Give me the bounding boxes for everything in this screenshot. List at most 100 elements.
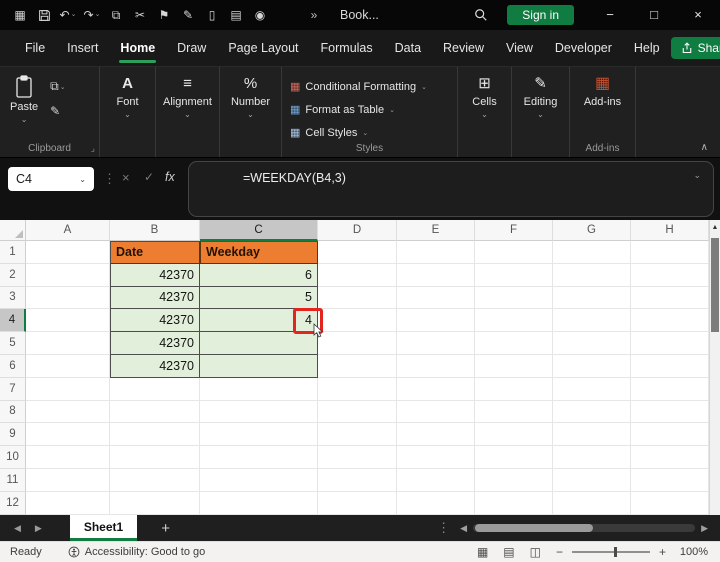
vertical-scrollbar-thumb[interactable] <box>711 238 719 332</box>
horizontal-scrollbar-thumb[interactable] <box>475 524 594 532</box>
vertical-scrollbar[interactable]: ▲ <box>709 220 720 515</box>
cell-C5[interactable] <box>200 332 318 355</box>
cell-H3[interactable] <box>631 286 709 310</box>
cell-H7[interactable] <box>631 377 709 401</box>
cell-A6[interactable] <box>26 354 110 378</box>
cell-H10[interactable] <box>631 446 709 469</box>
cell-G8[interactable] <box>553 400 631 424</box>
zoom-out-button[interactable]: − <box>556 545 563 559</box>
cell-F8[interactable] <box>475 400 553 424</box>
cell-F2[interactable] <box>475 263 553 287</box>
cell-A4[interactable] <box>26 309 110 333</box>
cell-F3[interactable] <box>475 286 553 310</box>
cell-F5[interactable] <box>475 332 553 355</box>
menu-tab-view[interactable]: View <box>495 30 544 66</box>
redo-icon[interactable]: ↷ ⌄ <box>80 0 104 30</box>
camera-icon[interactable]: ◉ <box>248 0 272 30</box>
cell-C3[interactable]: 5 <box>200 286 318 310</box>
alignment-group-button[interactable]: ≡ Alignment ⌄ <box>156 67 220 157</box>
previous-sheet-icon[interactable]: ◀ <box>14 523 21 534</box>
copy-chevron-icon[interactable]: ⌄ <box>60 83 66 91</box>
cell-E3[interactable] <box>397 286 475 310</box>
menu-tab-home[interactable]: Home <box>109 30 166 66</box>
paste-button[interactable]: Paste ⌄ <box>10 75 38 124</box>
cell-A12[interactable] <box>26 491 110 515</box>
add-sheet-button[interactable]: + <box>161 520 170 537</box>
cell-B11[interactable] <box>110 468 200 492</box>
collapse-ribbon-icon[interactable]: ∧ <box>701 142 708 153</box>
next-sheet-icon[interactable]: ▶ <box>35 523 42 534</box>
clipboard-dialog-launcher-icon[interactable]: ⌟ <box>91 143 95 154</box>
cell-D1[interactable] <box>318 241 397 264</box>
cell-B12[interactable] <box>110 491 200 515</box>
cell-B8[interactable] <box>110 400 200 424</box>
cell-F12[interactable] <box>475 491 553 515</box>
redo-chevron-icon[interactable]: ⌄ <box>95 0 101 30</box>
cell-G12[interactable] <box>553 491 631 515</box>
cell-G10[interactable] <box>553 446 631 469</box>
cell-G9[interactable] <box>553 423 631 447</box>
row-header-1[interactable]: 1 <box>0 241 26 264</box>
format-as-table-button[interactable]: ▦ Format as Table ⌄ <box>290 98 395 121</box>
row-header-2[interactable]: 2 <box>0 263 26 287</box>
confirm-entry-icon[interactable]: ✓ <box>144 170 154 184</box>
quick-access-overflow-icon[interactable]: » <box>302 0 326 30</box>
cell-E7[interactable] <box>397 377 475 401</box>
menu-tab-data[interactable]: Data <box>384 30 432 66</box>
formula-input[interactable]: =WEEKDAY(B4,3) ⌄ <box>188 161 714 217</box>
cell-G4[interactable] <box>553 309 631 333</box>
cell-B3[interactable]: 42370 <box>110 286 200 310</box>
cell-H5[interactable] <box>631 332 709 355</box>
cell-B2[interactable]: 42370 <box>110 263 200 287</box>
font-group-button[interactable]: A Font ⌄ <box>100 67 156 157</box>
row-header-4[interactable]: 4 <box>0 309 26 333</box>
menu-tab-file[interactable]: File <box>14 30 56 66</box>
cell-D9[interactable] <box>318 423 397 447</box>
cell-F10[interactable] <box>475 446 553 469</box>
cell-C6[interactable] <box>200 354 318 378</box>
number-group-button[interactable]: % Number ⌄ <box>220 67 282 157</box>
cell-A9[interactable] <box>26 423 110 447</box>
row-header-5[interactable]: 5 <box>0 332 26 355</box>
cell-D3[interactable] <box>318 286 397 310</box>
conditional-formatting-button[interactable]: ▦ Conditional Formatting ⌄ <box>290 75 427 98</box>
select-all-corner[interactable] <box>0 220 26 241</box>
minimize-button[interactable]: − <box>588 0 632 30</box>
cell-C8[interactable] <box>200 400 318 424</box>
sheetbar-menu-icon[interactable]: ⋮ <box>437 520 450 536</box>
close-button[interactable]: × <box>676 0 720 30</box>
cell-A1[interactable] <box>26 241 110 264</box>
cell-E12[interactable] <box>397 491 475 515</box>
column-header-c[interactable]: C <box>200 220 318 241</box>
row-header-6[interactable]: 6 <box>0 354 26 378</box>
cell-E2[interactable] <box>397 263 475 287</box>
share-button[interactable]: Share <box>670 37 720 59</box>
undo-chevron-icon[interactable]: ⌄ <box>71 0 77 30</box>
cell-E4[interactable] <box>397 309 475 333</box>
add-ins-button[interactable]: ▦ Add-ins Add-ins <box>570 67 636 157</box>
column-header-g[interactable]: G <box>553 220 631 241</box>
cell-C2[interactable]: 6 <box>200 263 318 287</box>
cell-E6[interactable] <box>397 354 475 378</box>
cell-G7[interactable] <box>553 377 631 401</box>
cell-C12[interactable] <box>200 491 318 515</box>
insert-function-icon[interactable]: fx <box>165 170 175 184</box>
column-header-a[interactable]: A <box>26 220 110 241</box>
cell-H1[interactable] <box>631 241 709 264</box>
cell-G3[interactable] <box>553 286 631 310</box>
cell-styles-button[interactable]: ▦ Cell Styles ⌄ <box>290 121 368 144</box>
cancel-entry-icon[interactable]: × <box>122 170 130 185</box>
cell-F1[interactable] <box>475 241 553 264</box>
paste-chevron-icon[interactable]: ⌄ <box>21 115 28 124</box>
cell-H4[interactable] <box>631 309 709 333</box>
cell-A7[interactable] <box>26 377 110 401</box>
cell-D10[interactable] <box>318 446 397 469</box>
cell-F6[interactable] <box>475 354 553 378</box>
column-header-e[interactable]: E <box>397 220 475 241</box>
new-document-icon[interactable]: ▯ <box>200 0 224 30</box>
column-header-f[interactable]: F <box>475 220 553 241</box>
menu-tab-draw[interactable]: Draw <box>166 30 217 66</box>
cell-H2[interactable] <box>631 263 709 287</box>
app-menu-icon[interactable]: ▦ <box>8 0 32 30</box>
menu-tab-help[interactable]: Help <box>623 30 671 66</box>
